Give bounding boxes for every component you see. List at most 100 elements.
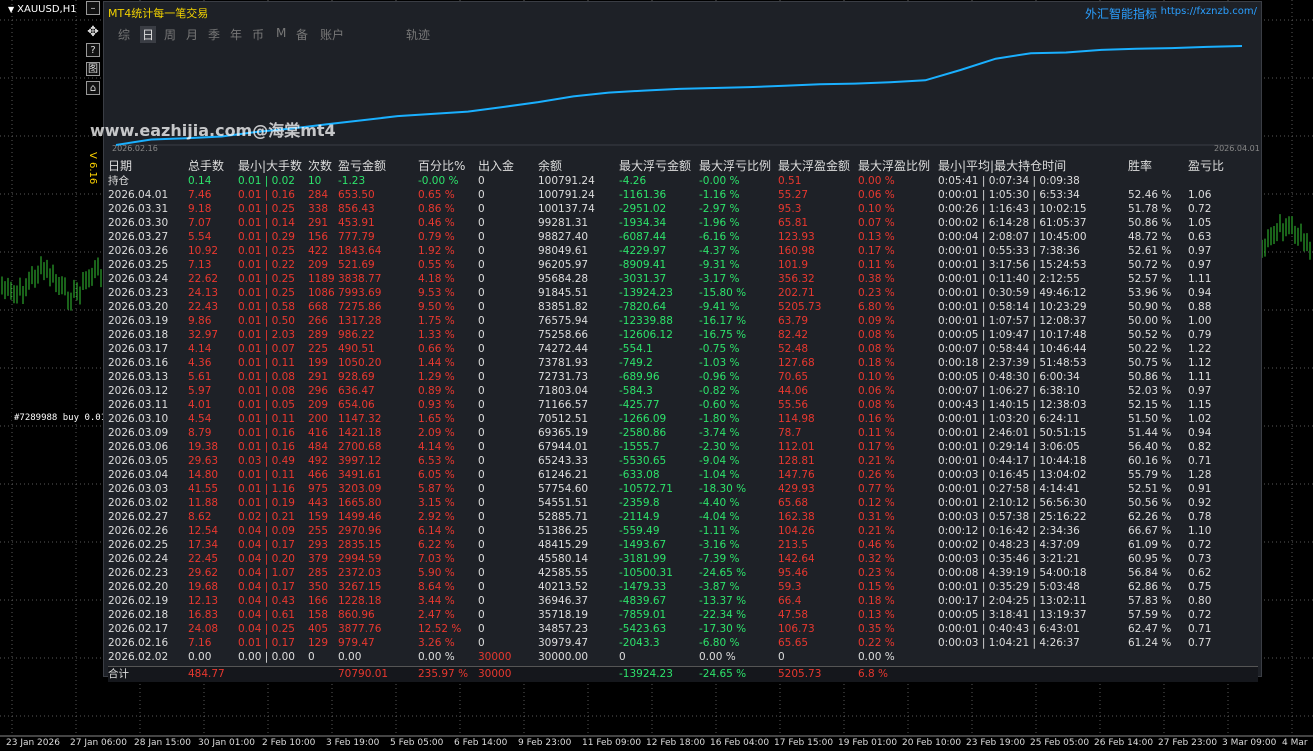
cell-total-lots: 7.16 [188,637,212,649]
candlestick-series-left [1,256,102,311]
cell-balance: 余额 [538,159,563,173]
cell-win-rate: 62.86 % [1128,581,1172,593]
tab-currency[interactable]: 币 [252,26,264,43]
cell-profit: 453.91 [338,217,375,229]
tab-trajectory[interactable]: 轨迹 [406,26,430,43]
cell-count: 209 [308,399,329,411]
cell-date: 2026.02.27 [108,511,169,523]
cell-deposit: 0 [478,217,485,229]
tab-monthly[interactable]: 月 [186,26,198,43]
cell-max-float-profit: 82.42 [778,329,809,341]
cell-balance: 52885.71 [538,511,589,523]
cell-max-float-loss: -1493.67 [619,539,667,551]
cell-max-float-profit-pct: 0.07 % [858,217,895,229]
cell-max-float-profit: 0 [778,651,785,663]
cell-profit: 0.00 [338,651,362,663]
cell-min-max-lots: 0.01 | 0.25 [238,273,295,285]
tab-note[interactable]: 备 [296,26,308,43]
cell-max-float-profit: 429.93 [778,483,815,495]
cell-percent: 0.55 % [418,259,455,271]
cell-max-float-loss: -4229.97 [619,245,667,257]
cell-profit: 1050.20 [338,357,382,369]
cell-percent: 1.92 % [418,245,455,257]
cell-max-float-profit-pct: 0.10 % [858,203,895,215]
cell-balance: 98827.40 [538,231,589,243]
statistics-panel: MT4统计每一笔交易 外汇智能指标 https://fxznzb.com/ 综 … [87,1,1262,682]
cell-max-float-loss: -6087.44 [619,231,667,243]
cell-win-rate: 52.03 % [1128,385,1172,397]
cell-max-float-loss-pct: -16.75 % [699,329,747,341]
tab-magic[interactable]: M [276,26,286,40]
tab-yearly[interactable]: 年 [230,26,242,43]
home-button[interactable]: ⌂ [86,81,100,95]
cell-hold-time: 0:00:03 | 1:04:21 | 4:26:37 [938,637,1080,649]
cell-total-lots: 22.43 [188,301,219,313]
cell-total-lots: 484.77 [188,668,225,680]
cell-deposit: 0 [478,371,485,383]
table-row: 2026.03.13 5.61 0.01 | 0.08 291 928.69 1.29 %… [108,370,1258,384]
cell-percent: 1.33 % [418,329,455,341]
cell-win-rate: 51.44 % [1128,427,1172,439]
cell-max-float-loss-pct: -1.80 % [699,413,740,425]
cell-total-lots: 7.46 [188,189,212,201]
cell-max-float-profit: 0.51 [778,175,802,187]
cell-deposit: 0 [478,175,485,187]
cell-max-float-profit-pct: 0.08 % [858,399,895,411]
cell-max-float-profit-pct: 0.31 % [858,511,895,523]
tab-summary[interactable]: 综 [118,26,130,43]
tab-daily[interactable]: 日 [140,26,157,43]
cell-deposit: 0 [478,329,485,341]
tab-account[interactable]: 账户 [320,26,344,43]
cell-win-rate: 52.51 % [1128,483,1172,495]
cell-count: 291 [308,371,329,383]
cell-pl-ratio: 0.75 [1188,581,1212,593]
tab-quarterly[interactable]: 季 [208,26,220,43]
move-icon[interactable]: ✥ [86,25,100,39]
cell-balance: 35718.19 [538,609,589,621]
chart-overlay-label: #7289988 buy 0.01 [14,413,106,423]
x-axis-label: 27 Jan 06:00 [70,738,127,748]
help-button[interactable]: ? [86,43,100,57]
cell-count: 492 [308,455,329,467]
cell-max-float-loss: 0 [619,651,626,663]
cell-min-max-lots: 0.01 | 0.19 [238,497,295,509]
cell-deposit: 0 [478,469,485,481]
cell-hold-time: 0:00:01 | 0:29:14 | 3:06:05 [938,441,1080,453]
cell-max-float-profit: 66.4 [778,595,802,607]
brand-url-link[interactable]: https://fxznzb.com/ [1161,6,1257,17]
cell-pl-ratio: 0.94 [1188,287,1212,299]
cell-min-max-lots: 0.04 | 0.09 [238,525,295,537]
cell-profit: 1147.32 [338,413,382,425]
minimize-button[interactable]: – [86,1,100,15]
tab-weekly[interactable]: 周 [164,26,176,43]
cell-max-float-loss-pct: -1.16 % [699,189,740,201]
cell-max-float-loss: -1266.09 [619,413,667,425]
cell-pl-ratio: 1.22 [1188,343,1212,355]
cell-max-float-loss: -4.26 [619,175,647,187]
cell-count: 443 [308,497,329,509]
cell-deposit: 0 [478,595,485,607]
cell-hold-time: 0:00:05 | 0:48:30 | 6:00:34 [938,371,1080,383]
cell-hold-time: 0:00:01 | 3:17:56 | 15:24:53 [938,259,1087,271]
cell-percent: 0.46 % [418,217,455,229]
cell-profit: 636.47 [338,385,375,397]
cell-percent: 0.93 % [418,399,455,411]
brand-name: 外汇智能指标 [1084,7,1157,21]
cell-balance: 99281.31 [538,217,589,229]
cell-hold-time: 0:00:01 | 0:40:43 | 6:43:01 [938,623,1080,635]
cell-total-lots: 5.61 [188,371,212,383]
cell-min-max-lots: 0.01 | 0.14 [238,217,295,229]
cell-profit: 3491.61 [338,469,382,481]
cell-percent: 0.66 % [418,343,455,355]
cell-percent: 0.89 % [418,385,455,397]
cell-percent: 3.44 % [418,595,455,607]
cell-percent: 8.64 % [418,581,455,593]
cell-min-max-lots: 0.04 | 0.43 [238,595,295,607]
cell-max-float-profit: 47.58 [778,609,809,621]
cell-max-float-loss: -554.1 [619,343,653,355]
cell-balance: 83851.82 [538,301,589,313]
cell-percent: 2.47 % [418,609,455,621]
cell-hold-time: 0:00:03 | 0:16:45 | 13:04:02 [938,469,1087,481]
cell-count: 668 [308,301,329,313]
chart-button[interactable]: 图 [86,62,100,76]
